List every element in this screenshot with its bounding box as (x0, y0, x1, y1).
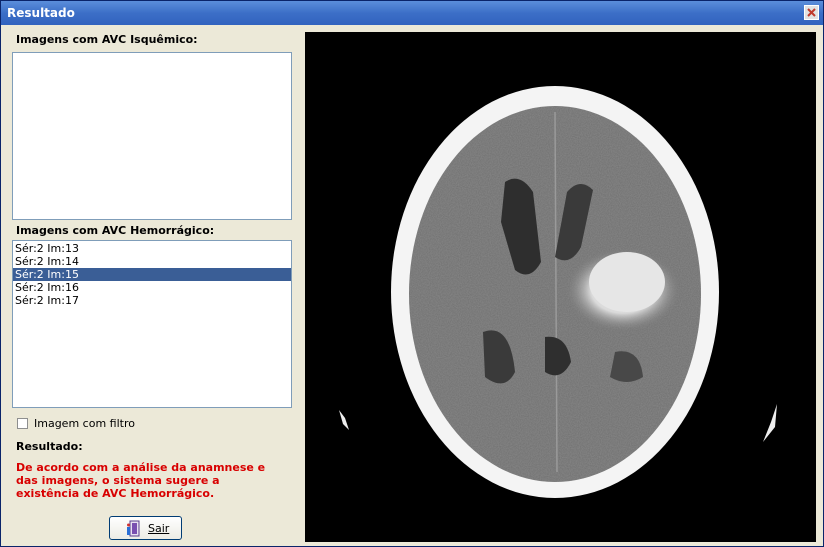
list-item[interactable]: Sér:2 Im:17 (13, 294, 291, 307)
ischemic-images-list[interactable] (12, 52, 292, 220)
result-message: De acordo com a análise da anamnese e da… (16, 461, 266, 500)
list-item[interactable]: Sér:2 Im:15 (13, 268, 291, 281)
filter-checkbox-label[interactable]: Imagem com filtro (34, 417, 135, 430)
exit-door-icon (127, 520, 140, 537)
list-item[interactable]: Sér:2 Im:13 (13, 242, 291, 255)
close-icon (805, 6, 818, 19)
hemorrhagic-images-list[interactable]: Sér:2 Im:13 Sér:2 Im:14 Sér:2 Im:15 Sér:… (12, 240, 292, 408)
hemorrhagic-images-label: Imagens com AVC Hemorrágico: (16, 224, 215, 237)
exit-button-label: Sair (148, 522, 170, 535)
list-item[interactable]: Sér:2 Im:16 (13, 281, 291, 294)
filter-checkbox[interactable] (17, 418, 28, 429)
list-item[interactable]: Sér:2 Im:14 (13, 255, 291, 268)
result-window: Resultado Imagens com AVC Isquêmico: Ima… (0, 0, 824, 547)
title-bar[interactable]: Resultado (1, 1, 823, 25)
ct-scan-image (305, 32, 816, 542)
result-label: Resultado: (16, 440, 83, 453)
window-title: Resultado (7, 6, 75, 20)
ct-scan-graphic (339, 86, 777, 498)
exit-button[interactable]: Sair (109, 516, 182, 540)
close-button[interactable] (804, 5, 819, 20)
ischemic-images-label: Imagens com AVC Isquêmico: (16, 33, 198, 46)
